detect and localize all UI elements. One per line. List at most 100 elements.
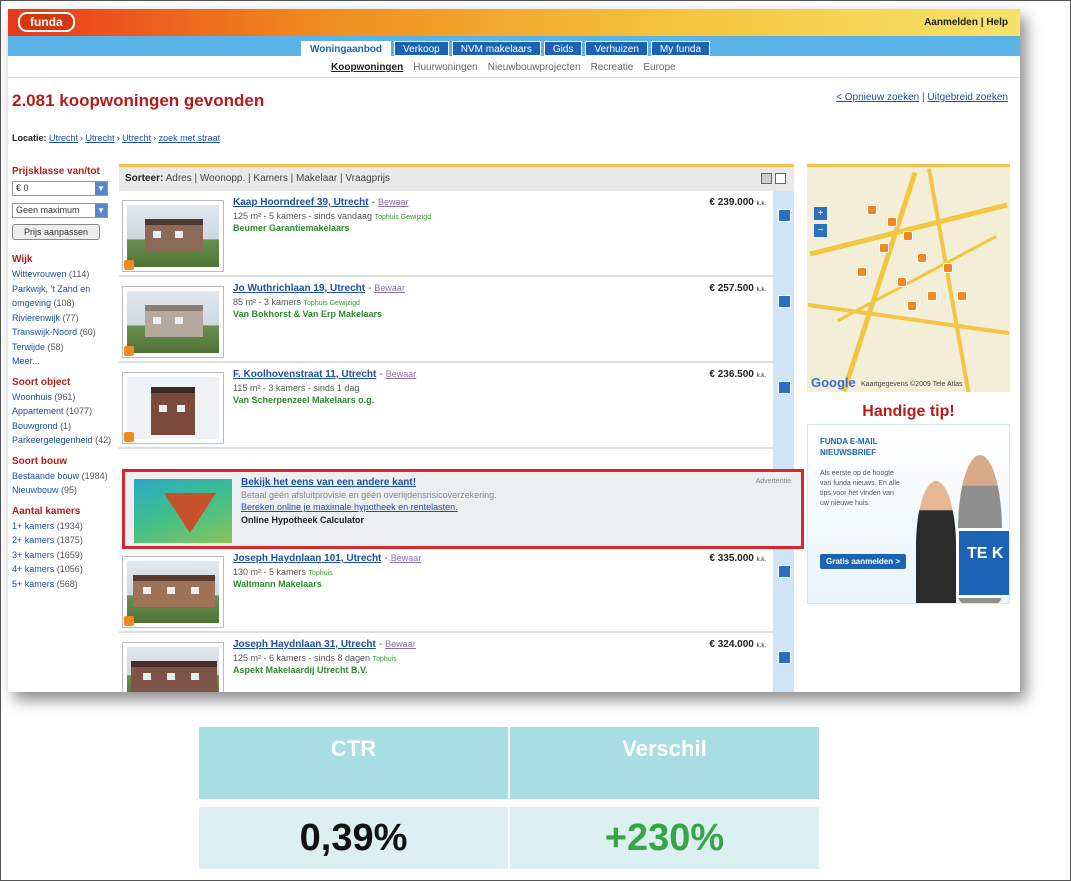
map-icon[interactable] [778, 209, 791, 222]
listing-title[interactable]: Kaap Hoorndreef 39, Utrecht - Bewaar [233, 197, 408, 208]
listing-agent[interactable]: Van Bokhorst & Van Erp Makelaars [233, 309, 382, 319]
map-icon[interactable] [778, 295, 791, 308]
save-link[interactable]: Bewaar [386, 369, 417, 379]
ad-link[interactable]: Bereken online je maximale hypotheek en … [241, 502, 458, 512]
object-item[interactable]: Bouwgrond (1) [12, 419, 112, 434]
sort-options[interactable]: Adres | Woonopp. | Kamers | Makelaar | V… [166, 173, 390, 184]
bouw-filter-title: Soort bouw [12, 455, 67, 467]
price-from-select[interactable]: € 0 ▼ [12, 181, 108, 196]
wijk-item[interactable]: Rivierenwijk (77) [12, 311, 112, 326]
wijk-item[interactable]: Parkwijk, 't Zand en omgeving (108) [12, 282, 112, 311]
new-search-link[interactable]: < Opnieuw zoeken [836, 92, 919, 103]
map-pin-icon[interactable] [943, 263, 953, 273]
zoom-out-icon[interactable]: − [814, 224, 827, 237]
map-pin-icon[interactable] [903, 231, 913, 241]
breadcrumb-item[interactable]: zoek met straat [159, 133, 221, 143]
subtab-recreatie[interactable]: Recreatie [591, 62, 634, 73]
listing-photo[interactable] [122, 286, 224, 358]
wijk-more-link[interactable]: Meer... [12, 354, 112, 369]
map-icon[interactable] [778, 651, 791, 664]
funda-logo[interactable]: funda [18, 12, 75, 32]
listing-row[interactable]: Jo Wuthrichlaan 19, Utrecht - Bewaar 85 m²… [119, 279, 791, 363]
kamers-item[interactable]: 4+ kamers (1056) [12, 562, 112, 577]
listing-address[interactable]: Kaap Hoorndreef 39, Utrecht [233, 197, 369, 208]
help-link[interactable]: Help [986, 17, 1008, 28]
grid-view-icon[interactable] [775, 173, 786, 184]
map-pin-icon[interactable] [917, 253, 927, 263]
listing-title[interactable]: Jo Wuthrichlaan 19, Utrecht - Bewaar [233, 283, 405, 294]
listing-address[interactable]: Joseph Haydnlaan 101, Utrecht [233, 553, 381, 564]
tip-banner[interactable]: Handige tip! FUNDA E-MAIL NIEUWSBRIEF Als… [807, 401, 1010, 606]
wijk-item[interactable]: Wittevrouwen (114) [12, 267, 112, 282]
listing-title[interactable]: Joseph Haydnlaan 101, Utrecht - Bewaar [233, 553, 421, 564]
tab-verkoop[interactable]: Verkoop [394, 41, 449, 56]
results-map[interactable]: + − Google Kaartgegevens ©2009 Tele Atla… [807, 164, 1010, 392]
map-pin-icon[interactable] [957, 291, 967, 301]
subtab-koopwoningen[interactable]: Koopwoningen [331, 62, 403, 73]
tab-gids[interactable]: Gids [543, 41, 583, 56]
login-link[interactable]: Aanmelden [924, 17, 978, 28]
tab-woningaanbod[interactable]: Woningaanbod [301, 41, 392, 56]
breadcrumb-item[interactable]: Utrecht [86, 133, 115, 143]
listing-row[interactable]: Joseph Haydnlaan 31, Utrecht - Bewaar 125 … [119, 635, 791, 692]
ad-title[interactable]: Bekijk het eens van een andere kant! [241, 477, 416, 488]
adjust-price-button[interactable]: Prijs aanpassen [12, 224, 100, 240]
listing-photo[interactable] [122, 200, 224, 272]
listing-title[interactable]: F. Koolhovenstraat 11, Utrecht - Bewaar [233, 369, 416, 380]
map-pin-icon[interactable] [857, 267, 867, 277]
map-pin-icon[interactable] [927, 291, 937, 301]
advertisement[interactable]: Bekijk het eens van een andere kant! Adv… [119, 464, 804, 549]
subtab-nieuwbouwprojecten[interactable]: Nieuwbouwprojecten [488, 62, 581, 73]
tab-verhuizen[interactable]: Verhuizen [585, 41, 648, 56]
kamers-item[interactable]: 1+ kamers (1934) [12, 519, 112, 534]
kamers-item[interactable]: 5+ kamers (568) [12, 577, 112, 592]
tab-nvm-makelaars[interactable]: NVM makelaars [451, 41, 541, 56]
map-pin-icon[interactable] [867, 205, 877, 215]
bouw-item[interactable]: Nieuwbouw (95) [12, 483, 112, 498]
breadcrumb-item[interactable]: Utrecht [122, 133, 151, 143]
subscribe-button[interactable]: Gratis aanmelden > [820, 554, 907, 569]
bouw-item[interactable]: Bestaande bouw (1984) [12, 469, 112, 484]
tab-my-funda[interactable]: My funda [650, 41, 711, 56]
listing-address[interactable]: F. Koolhovenstraat 11, Utrecht [233, 369, 376, 380]
save-link[interactable]: Bewaar [391, 553, 422, 563]
map-pin-icon[interactable] [887, 217, 897, 227]
map-pin-icon[interactable] [907, 301, 917, 311]
listing-address[interactable]: Jo Wuthrichlaan 19, Utrecht [233, 283, 365, 294]
zoom-in-icon[interactable]: + [814, 207, 827, 220]
kamers-item[interactable]: 2+ kamers (1875) [12, 533, 112, 548]
listing-address[interactable]: Joseph Haydnlaan 31, Utrecht [233, 639, 376, 650]
listing-agent[interactable]: Beumer Garantiemakelaars [233, 223, 350, 233]
listing-photo[interactable] [122, 372, 224, 444]
ad-image[interactable] [134, 479, 232, 543]
breadcrumb-item[interactable]: Utrecht [49, 133, 78, 143]
save-link[interactable]: Bewaar [378, 197, 409, 207]
listing-photo[interactable] [122, 642, 224, 692]
listing-title[interactable]: Joseph Haydnlaan 31, Utrecht - Bewaar [233, 639, 416, 650]
wijk-item[interactable]: Transwijk-Noord (60) [12, 325, 112, 340]
map-icon[interactable] [778, 565, 791, 578]
listing-row[interactable]: F. Koolhovenstraat 11, Utrecht - Bewaar 11… [119, 365, 791, 449]
subtab-huurwoningen[interactable]: Huurwoningen [413, 62, 478, 73]
map-icon[interactable] [778, 381, 791, 394]
price-to-select[interactable]: Geen maximum ▼ [12, 203, 108, 218]
listing-row[interactable]: Joseph Haydnlaan 101, Utrecht - Bewaar 130… [119, 549, 791, 633]
object-item[interactable]: Parkeergelegenheid (42) [12, 433, 112, 448]
save-link[interactable]: Bewaar [374, 283, 405, 293]
listing-agent[interactable]: Van Scherpenzeel Makelaars o.g. [233, 395, 374, 405]
kamers-item[interactable]: 3+ kamers (1659) [12, 548, 112, 563]
listing-photo[interactable] [122, 556, 224, 628]
object-item[interactable]: Woonhuis (961) [12, 390, 112, 405]
wijk-item[interactable]: Terwijde (58) [12, 340, 112, 355]
save-link[interactable]: Bewaar [385, 639, 416, 649]
map-pin-icon[interactable] [897, 277, 907, 287]
list-view-icon[interactable] [761, 173, 772, 184]
subtab-europe[interactable]: Europe [643, 62, 675, 73]
badge-icon [124, 346, 134, 356]
listing-agent[interactable]: Aspekt Makelaardij Utrecht B.V. [233, 665, 368, 675]
map-pin-icon[interactable] [879, 243, 889, 253]
object-item[interactable]: Appartement (1077) [12, 404, 112, 419]
listing-row[interactable]: Kaap Hoorndreef 39, Utrecht - Bewaar 125 m… [119, 193, 791, 277]
listing-agent[interactable]: Waltmann Makelaars [233, 579, 322, 589]
advanced-search-link[interactable]: Uitgebreid zoeken [927, 92, 1008, 103]
